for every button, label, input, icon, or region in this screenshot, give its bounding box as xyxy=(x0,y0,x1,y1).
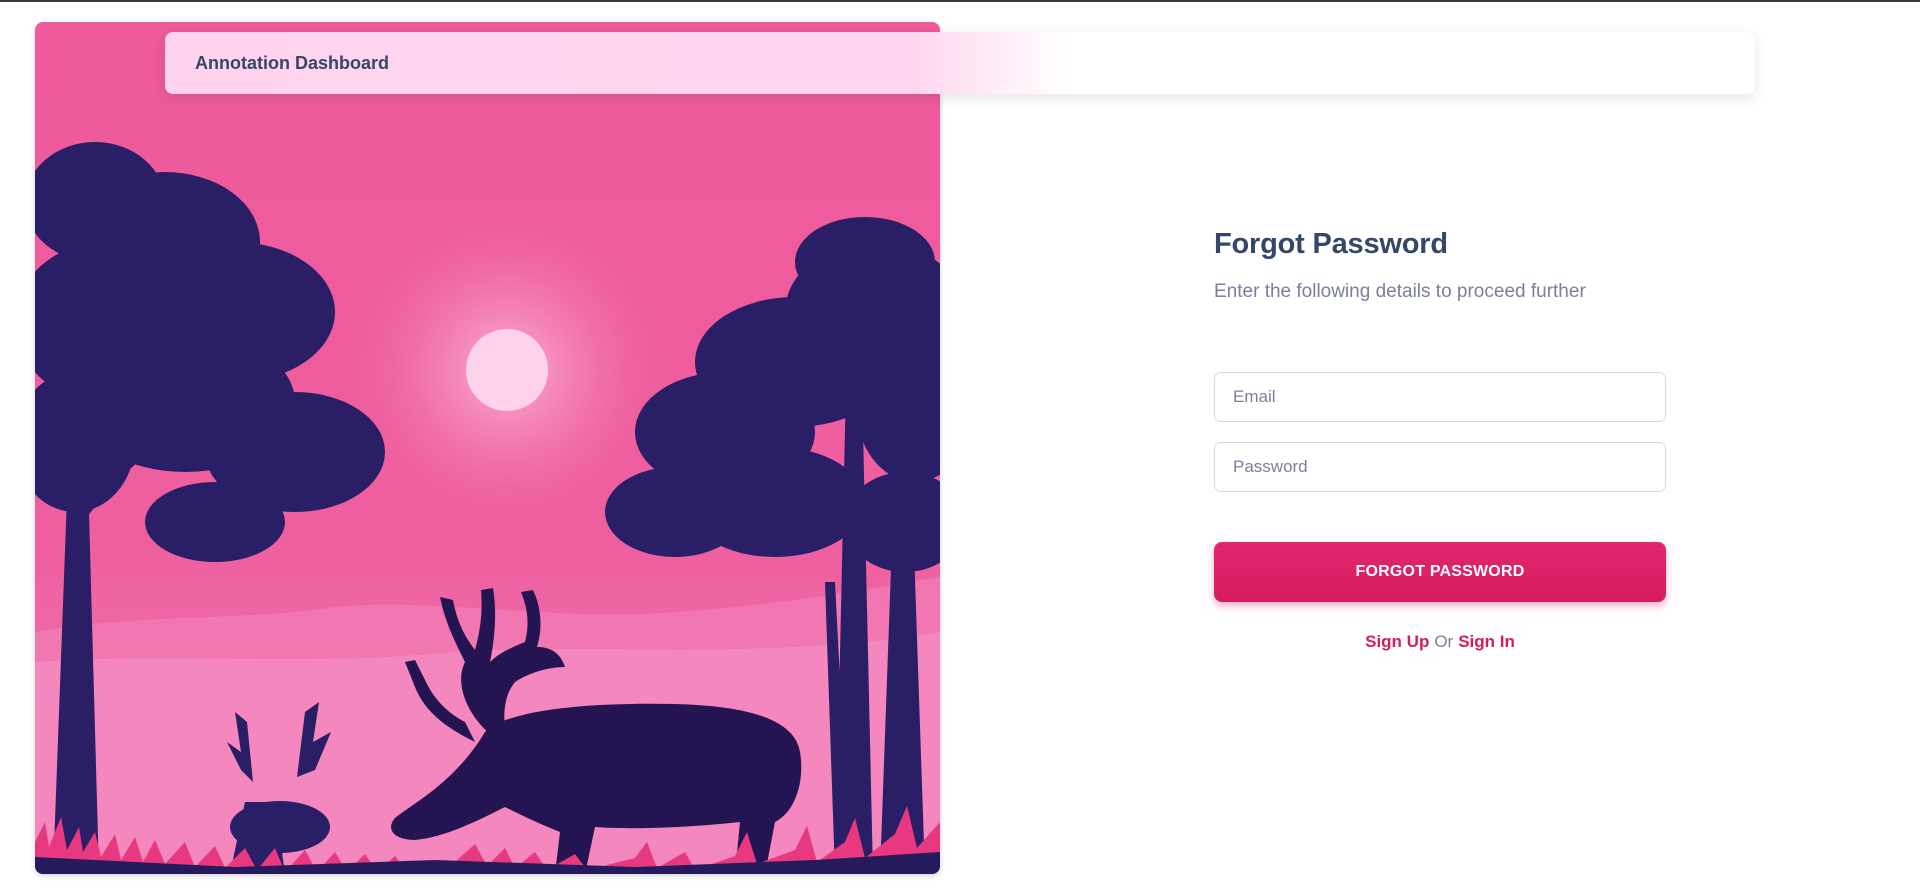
forgot-password-button[interactable]: FORGOT PASSWORD xyxy=(1214,542,1666,602)
sign-up-link[interactable]: Sign Up xyxy=(1365,632,1429,651)
sign-in-link[interactable]: Sign In xyxy=(1458,632,1515,651)
window-top-border xyxy=(0,0,1920,2)
email-field[interactable] xyxy=(1214,372,1666,422)
hero-illustration xyxy=(35,22,940,874)
forgot-password-form: Forgot Password Enter the following deta… xyxy=(1214,228,1666,651)
page-subtitle: Enter the following details to proceed f… xyxy=(1214,281,1586,302)
or-separator: Or xyxy=(1434,632,1454,651)
brand-title[interactable]: Annotation Dashboard xyxy=(195,53,389,74)
auth-links: Sign Up Or Sign In xyxy=(1214,632,1666,652)
password-field[interactable] xyxy=(1214,442,1666,492)
top-navbar: Annotation Dashboard xyxy=(165,32,1755,94)
page-title: Forgot Password xyxy=(1214,228,1448,260)
